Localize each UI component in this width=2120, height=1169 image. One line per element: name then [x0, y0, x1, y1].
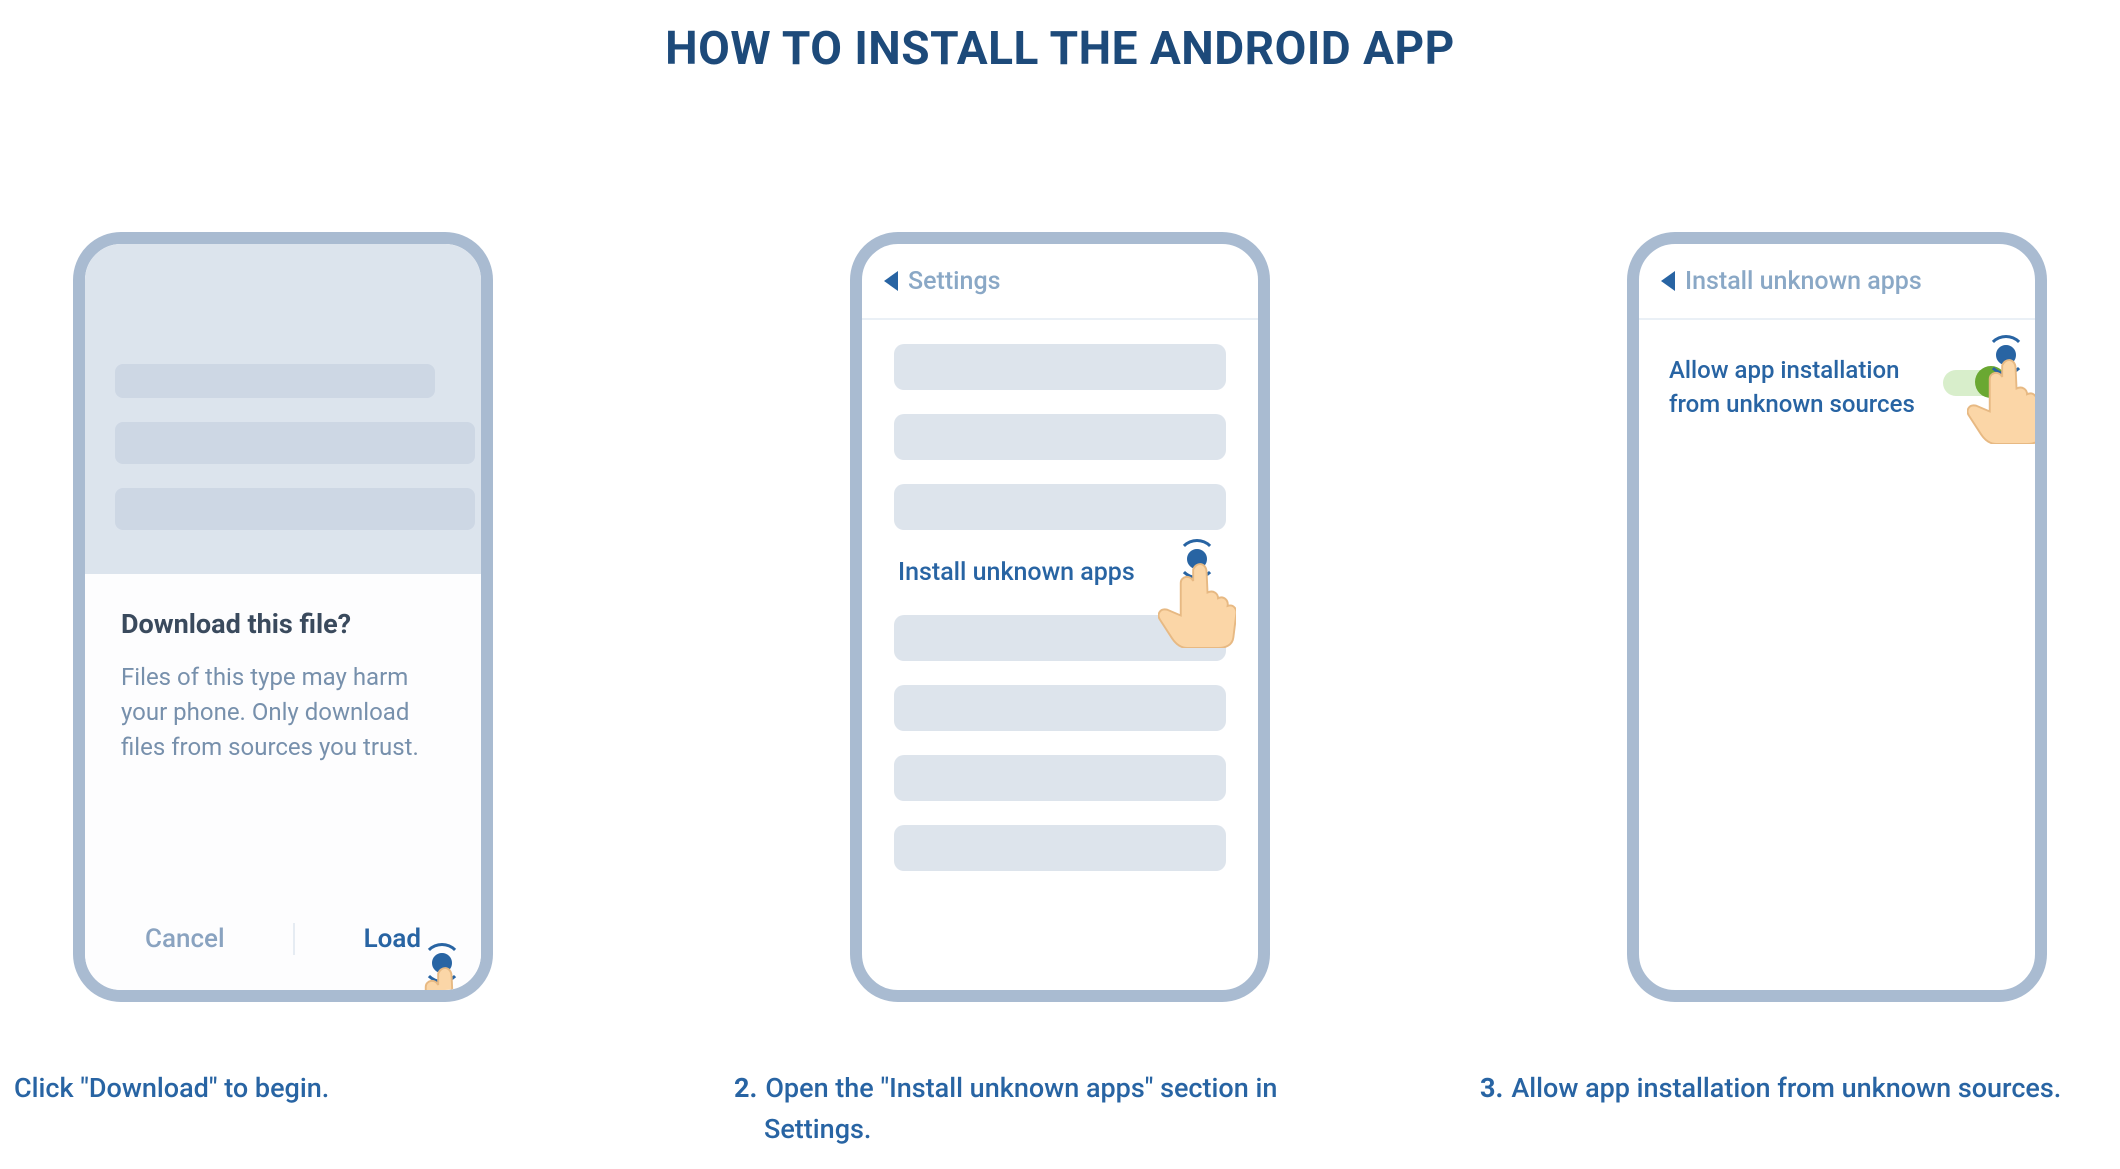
phone-backdrop	[85, 244, 481, 574]
placeholder-line	[894, 685, 1226, 731]
step-2-phone: Settings Install unknown apps	[850, 232, 1270, 1002]
allow-unknown-sources-toggle[interactable]	[1943, 370, 2005, 396]
download-dialog-body: Files of this type may harm your phone. …	[121, 660, 445, 764]
step-number: 3.	[1480, 1072, 1503, 1104]
step-1: Download this file? Files of this type m…	[68, 232, 498, 1002]
caption-text: Open the "Install unknown apps" section …	[764, 1072, 1277, 1145]
settings-list: Install unknown apps	[862, 320, 1258, 871]
step-3-phone: Install unknown apps Allow app installat…	[1627, 232, 2047, 1002]
page-title: HOW TO INSTALL THE ANDROID APP	[0, 22, 2120, 76]
allow-unknown-sources-label: Allow app installation from unknown sour…	[1669, 354, 1927, 421]
unknown-apps-header-label: Install unknown apps	[1685, 267, 1922, 296]
placeholder-line	[115, 422, 475, 464]
settings-header[interactable]: Settings	[862, 244, 1258, 320]
caption-text: Allow app installation from unknown sour…	[1511, 1072, 2061, 1104]
download-dialog-title: Download this file?	[121, 608, 445, 640]
unknown-apps-header[interactable]: Install unknown apps	[1639, 244, 2035, 320]
placeholder-line	[115, 364, 435, 398]
back-icon[interactable]	[1661, 271, 1675, 291]
placeholder-line	[894, 615, 1226, 661]
step-number: 2.	[734, 1072, 757, 1104]
step-1-phone: Download this file? Files of this type m…	[73, 232, 493, 1002]
placeholder-line	[894, 825, 1226, 871]
toggle-knob	[1975, 366, 2007, 398]
placeholder-line	[115, 488, 475, 530]
download-dialog: Download this file? Files of this type m…	[85, 574, 481, 990]
settings-header-label: Settings	[908, 267, 1001, 296]
unknown-apps-body: Allow app installation from unknown sour…	[1639, 320, 2035, 421]
load-button[interactable]: Load	[340, 918, 445, 960]
page: HOW TO INSTALL THE ANDROID APP Download …	[0, 0, 2120, 1169]
install-unknown-apps-item[interactable]: Install unknown apps	[894, 554, 1226, 591]
caption-text: Click "Download" to begin.	[14, 1072, 329, 1104]
placeholder-line	[894, 755, 1226, 801]
steps-row: Download this file? Files of this type m…	[0, 232, 2120, 1002]
back-icon[interactable]	[884, 271, 898, 291]
placeholder-line	[894, 484, 1226, 530]
placeholder-line	[894, 344, 1226, 390]
cancel-button[interactable]: Cancel	[121, 918, 249, 960]
download-dialog-actions: Cancel Load	[121, 918, 445, 960]
step-3-caption: 3.Allow app installation from unknown so…	[1480, 1068, 2120, 1109]
step-1-caption: Click "Download" to begin.	[0, 1068, 500, 1109]
step-2-caption: 2.Open the "Install unknown apps" sectio…	[734, 1068, 1294, 1149]
button-divider	[293, 923, 295, 955]
step-2: Settings Install unknown apps	[845, 232, 1275, 1002]
step-3: Install unknown apps Allow app installat…	[1622, 232, 2052, 1002]
placeholder-line	[894, 414, 1226, 460]
